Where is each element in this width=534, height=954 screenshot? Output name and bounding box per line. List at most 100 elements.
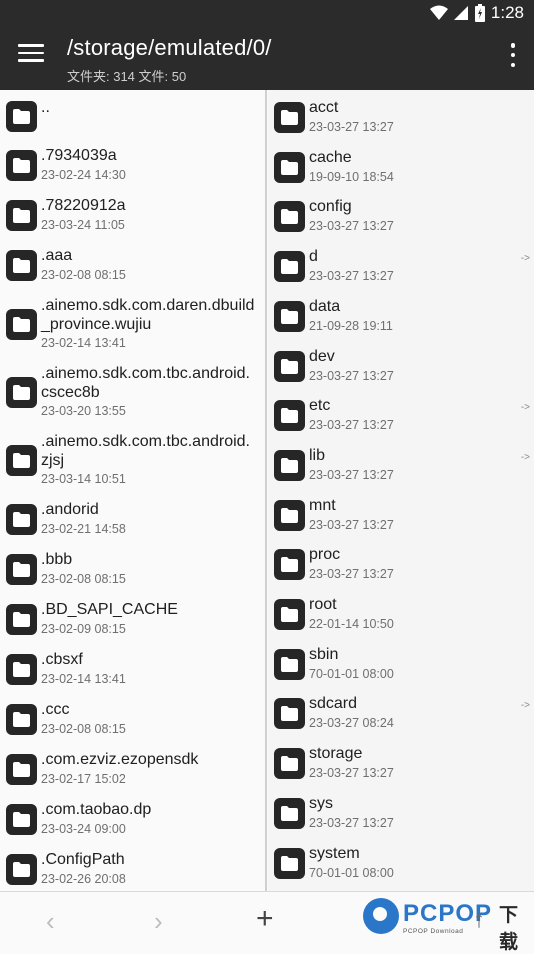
folder-icon [6, 200, 37, 231]
wifi-icon [429, 5, 448, 20]
left-item[interactable]: .7934039a 23-02-24 14:30 [0, 140, 265, 190]
left-item[interactable]: .. [0, 92, 265, 140]
right-item[interactable]: mnt 23-03-27 13:27 [268, 490, 534, 540]
right-item-date: 23-03-27 08:24 [309, 716, 394, 731]
folder-icon [274, 648, 305, 680]
status-time: 1:28 [490, 3, 524, 22]
watermark-sub: PCPOP Download [403, 928, 464, 935]
right-item-date: 23-03-27 13:27 [309, 120, 394, 134]
left-item-date: 23-02-08 08:15 [41, 572, 126, 586]
right-item-date: 23-03-27 13:27 [309, 467, 394, 482]
pcpop-logo-icon [363, 898, 399, 934]
right-item-name: root [309, 596, 337, 613]
right-item[interactable]: d 23-03-27 13:27 -> [268, 241, 534, 291]
right-item-date: 23-03-27 13:27 [309, 517, 394, 532]
right-item[interactable]: etc 23-03-27 13:27 -> [268, 390, 534, 440]
left-item-name: .com.ezviz.ezopensdk [41, 751, 199, 768]
left-item[interactable]: .com.ezviz.ezopensdk 23-02-17 15:02 [0, 744, 265, 794]
folder-icon [6, 377, 37, 408]
right-item-name: storage [309, 745, 363, 763]
right-item-date: 23-03-27 13:27 [309, 219, 394, 234]
right-item[interactable]: config 23-03-27 13:27 [268, 191, 534, 241]
left-item-name: .cbsxf [41, 651, 83, 668]
right-item-name: config [309, 198, 352, 216]
left-item[interactable]: .ainemo.sdk.com.tbc.android. zjsj 23-03-1… [0, 426, 265, 494]
left-item[interactable]: .bbb 23-02-08 08:15 [0, 544, 265, 594]
left-item-date: 23-02-09 08:15 [41, 622, 126, 636]
left-item-name: .78220912a [41, 197, 126, 214]
folder-icon [6, 604, 37, 635]
left-item[interactable]: .ainemo.sdk.com.tbc.android. cscec8b 23-0… [0, 358, 265, 426]
folder-icon [274, 797, 305, 829]
dual-pane-browser: .. .7934039a 23-02-24 14:30 .78220912a 23-03… [0, 90, 534, 891]
left-item[interactable]: .ainemo.sdk.com.daren.dbuild _province.w… [0, 290, 265, 358]
left-item[interactable]: .ccc 23-02-08 08:15 [0, 694, 265, 744]
folder-file-count: 文件夹: 314 文件: 50 [67, 69, 187, 84]
right-item-date: 23-03-27 13:27 [309, 368, 394, 383]
right-item-name: sdcard [309, 695, 358, 713]
symlink-arrow-icon: -> [520, 451, 530, 463]
folder-icon [6, 804, 37, 835]
right-item-name: system [309, 844, 360, 862]
left-item-date: 23-02-21 14:58 [41, 522, 126, 536]
right-item-name: sys [309, 794, 333, 812]
right-item[interactable]: sbin 70-01-01 08:00 [268, 639, 534, 689]
folder-icon [6, 309, 37, 340]
right-item[interactable]: cache 19-09-10 18:54 [268, 142, 534, 192]
right-item[interactable]: storage 23-03-27 13:27 [268, 738, 534, 788]
left-item[interactable]: .cbsxf 23-02-14 13:41 [0, 644, 265, 694]
right-item[interactable]: acct 23-03-27 13:27 [268, 92, 534, 142]
forward-button[interactable]: › [154, 906, 163, 937]
folder-icon [274, 698, 305, 730]
folder-icon [6, 554, 37, 585]
add-button[interactable]: + [256, 902, 274, 936]
right-item-name: mnt [309, 496, 336, 514]
right-item[interactable]: sdcard 23-03-27 08:24 -> [268, 688, 534, 738]
left-item[interactable]: .ConfigPath 23-02-26 20:08 [0, 844, 265, 891]
menu-icon[interactable] [18, 44, 44, 66]
left-item-name: .bbb [41, 551, 73, 568]
right-item-date: 70-01-01 08:00 [309, 666, 394, 681]
left-item-name: .andorid [41, 501, 99, 518]
back-button[interactable]: ‹ [46, 906, 55, 937]
right-item[interactable]: data 21-09-28 19:11 [268, 291, 534, 341]
right-item-name: data [309, 297, 341, 315]
folder-icon [274, 151, 305, 183]
right-item-date: 23-03-27 13:27 [309, 567, 394, 582]
right-item-date: 22-01-14 10:50 [309, 617, 394, 631]
left-item[interactable]: .aaa 23-02-08 08:15 [0, 240, 265, 290]
pcpop-watermark: PCPOP 下载 PCPOP Download ↑ [363, 898, 533, 953]
folder-icon [274, 201, 305, 233]
folder-icon [6, 854, 37, 885]
right-item-name: acct [309, 99, 339, 116]
folder-icon [6, 150, 37, 181]
folder-icon [6, 704, 37, 735]
left-item[interactable]: .BD_SAPI_CACHE 23-02-09 08:15 [0, 594, 265, 644]
right-item[interactable]: lib 23-03-27 13:27 -> [268, 440, 534, 490]
right-item-name: d [309, 248, 318, 266]
right-item[interactable]: proc 23-03-27 13:27 [268, 539, 534, 589]
left-item[interactable]: .com.taobao.dp 23-03-24 09:00 [0, 794, 265, 844]
more-options-icon[interactable] [510, 43, 516, 67]
folder-icon [6, 504, 37, 535]
left-item-name: .aaa [41, 247, 73, 264]
folder-icon [274, 748, 305, 780]
up-button[interactable]: ↑ [473, 906, 485, 934]
folder-icon [6, 654, 37, 685]
left-item-name: .ConfigPath [41, 851, 125, 868]
right-item[interactable]: system 70-01-01 08:00 [268, 838, 534, 888]
folder-icon [274, 549, 305, 581]
right-item[interactable]: dev 23-03-27 13:27 [268, 341, 534, 391]
status-icons: 1:28 [429, 3, 524, 23]
left-item-name: .ainemo.sdk.com.tbc.android. cscec8b [41, 365, 250, 401]
path-title: /storage/emulated/0/ [67, 35, 272, 60]
right-item[interactable]: sys 23-03-27 13:27 [268, 788, 534, 838]
left-pane[interactable]: .. .7934039a 23-02-24 14:30 .78220912a 23-03… [0, 90, 267, 891]
left-item[interactable]: .andorid 23-02-21 14:58 [0, 494, 265, 544]
folder-icon [274, 449, 305, 481]
folder-icon [6, 445, 37, 476]
left-item-date: 23-02-14 13:41 [41, 672, 126, 686]
right-item[interactable]: root 22-01-14 10:50 [268, 589, 534, 639]
left-item[interactable]: .78220912a 23-03-24 11:05 [0, 190, 265, 240]
right-pane[interactable]: acct 23-03-27 13:27 cache 19-09-10 18:54 con… [268, 90, 534, 891]
